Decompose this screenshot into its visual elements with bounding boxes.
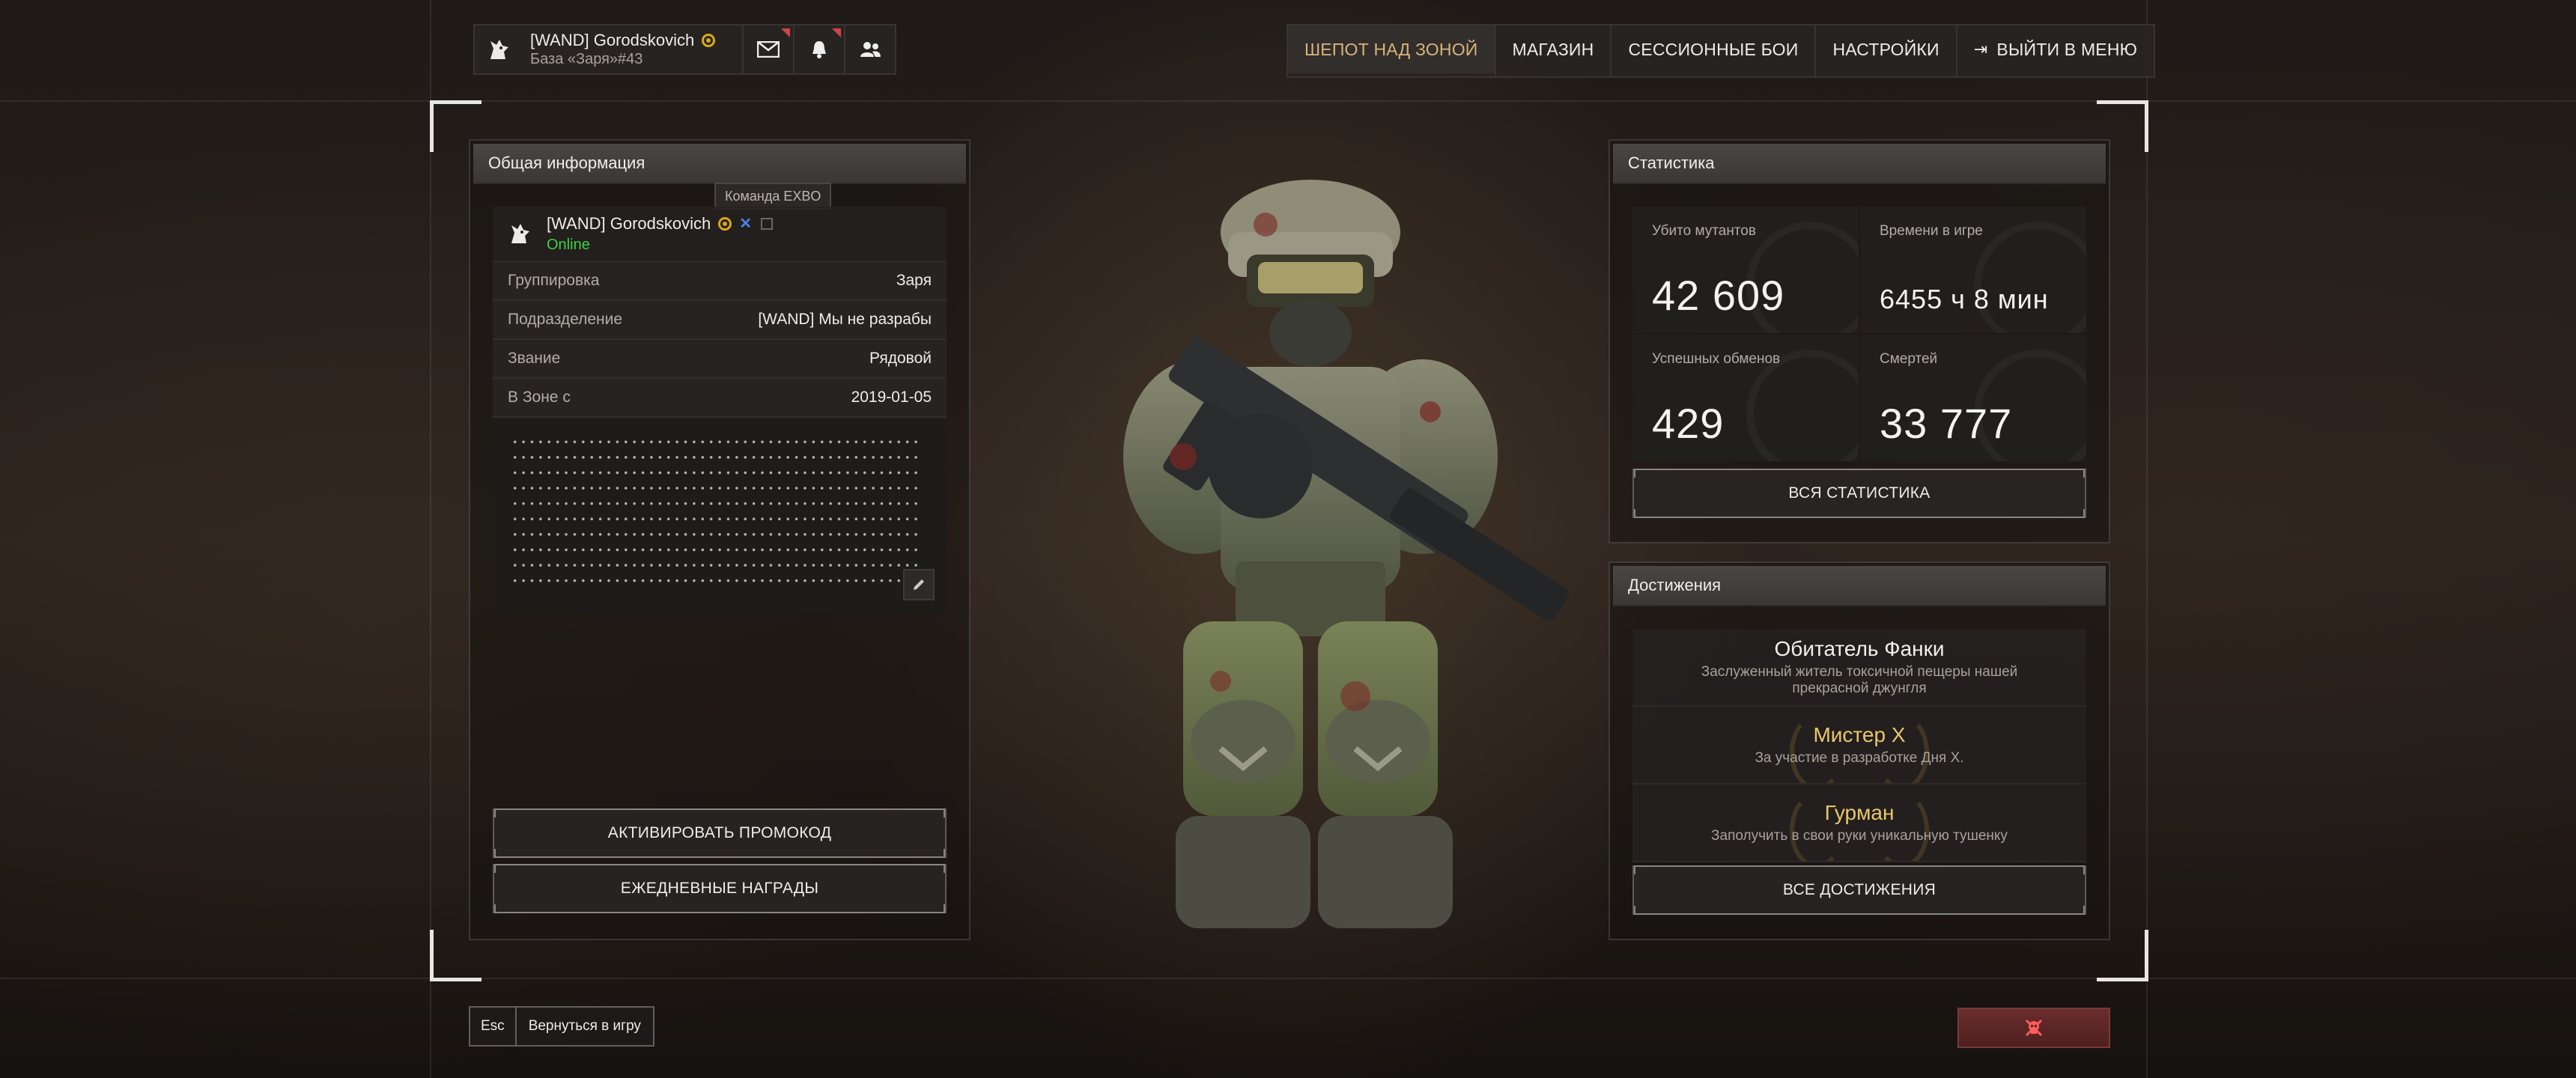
statistics-grid: Убито мутантов 42 609 Времени в игре 645… [1632, 207, 2086, 461]
achievement-item[interactable]: Мистер X За участие в разработке Дня X. [1632, 707, 2086, 785]
laurel-icon [1790, 714, 1844, 783]
wolf-avatar-icon [493, 207, 547, 261]
pencil-icon [914, 579, 924, 590]
gold-badge-icon [702, 33, 716, 47]
mail-icon [757, 41, 780, 58]
friends-button[interactable] [845, 24, 897, 75]
esc-key-hint: Esc [470, 1008, 517, 1045]
wolf-avatar-icon [475, 25, 523, 73]
exbo-team-icon: ✕ [739, 216, 753, 232]
nav-whisper-over-zone[interactable]: ШЕПОТ НАД ЗОНОЙ [1288, 25, 1495, 73]
profile-name: [WAND] Gorodskovich [547, 213, 711, 233]
all-statistics-button[interactable]: ВСЯ СТАТИСТИКА [1632, 469, 2086, 518]
notification-flag [781, 28, 791, 37]
nav-shop[interactable]: МАГАЗИН [1496, 25, 1611, 73]
return-to-game-button[interactable]: Esc Вернуться в игру [469, 1006, 654, 1047]
copy-icon[interactable] [761, 217, 774, 230]
exit-to-menu-button[interactable]: ⇥ ВЫЙТИ В МЕНЮ [1957, 25, 2154, 73]
edit-notes-button[interactable] [903, 569, 935, 600]
info-row-faction: Группировка Заря [493, 262, 947, 301]
achievements-title: Достижения [1613, 566, 2106, 606]
profile-notes [493, 418, 947, 612]
laurel-icon [1875, 792, 1929, 861]
exit-icon: ⇥ [1973, 40, 1988, 58]
friends-icon [860, 42, 881, 57]
suicide-button[interactable] [1957, 1008, 2110, 1048]
nav-session-battles[interactable]: СЕССИОННЫЕ БОИ [1611, 25, 1814, 73]
team-tooltip: Команда EXBO [714, 183, 832, 210]
frame-line [430, 0, 431, 1078]
achievements-list: Обитатель Фанки Заслуженный житель токси… [1632, 629, 2086, 862]
frame-line [2146, 0, 2148, 1078]
frame-line [0, 978, 2576, 979]
clock-decoration-icon [1974, 222, 2086, 333]
stat-time-played: Времени в игре 6455 ч 8 мин [1860, 207, 2086, 333]
stat-successful-trades: Успешных обменов 429 [1632, 335, 1859, 461]
statistics-panel: Статистика Убито мутантов 42 609 Времени… [1609, 139, 2110, 543]
all-achievements-button[interactable]: ВСЕ ДОСТИЖЕНИЯ [1632, 865, 2086, 915]
achievement-item[interactable]: Гурман Заполучить в свои руки уникальную… [1632, 785, 2086, 862]
bell-icon [812, 41, 827, 58]
nav-settings[interactable]: НАСТРОЙКИ [1816, 25, 1955, 73]
info-row-division: Подразделение [WAND] Мы не разрабы [493, 301, 947, 340]
laurel-icon [1875, 714, 1929, 783]
general-info-title: Общая информация [473, 144, 966, 184]
notification-flag [832, 28, 842, 37]
stat-mutants-killed: Убито мутантов 42 609 [1632, 207, 1859, 333]
user-name: [WAND] Gorodskovich [530, 30, 695, 49]
frame-line [0, 100, 2576, 102]
user-base: База «Заря»#43 [530, 51, 643, 68]
profile-card: [WAND] Gorodskovich ✕ Online Группировка… [493, 207, 947, 612]
online-status: Online [547, 236, 590, 253]
user-bar: [WAND] Gorodskovich База «Заря»#43 [473, 24, 897, 75]
user-profile-button[interactable]: [WAND] Gorodskovich База «Заря»#43 [473, 24, 744, 75]
achievements-panel: Достижения Обитатель Фанки Заслуженный ж… [1609, 561, 2110, 940]
laurel-icon [1790, 792, 1844, 861]
info-row-rank: Звание Рядовой [493, 340, 947, 379]
return-to-game-label: Вернуться в игру [528, 1018, 641, 1034]
mail-button[interactable] [744, 24, 795, 75]
exit-label: ВЫЙТИ В МЕНЮ [1996, 39, 2138, 59]
dotted-pattern [511, 434, 921, 588]
daily-rewards-button[interactable]: ЕЖЕДНЕВНЫЕ НАГРАДЫ [493, 864, 947, 913]
statistics-title: Статистика [1613, 144, 2106, 184]
general-info-panel: Общая информация Команда EXBO [WAND] Gor… [469, 139, 970, 940]
notifications-button[interactable] [795, 24, 846, 75]
activate-promo-button[interactable]: АКТИВИРОВАТЬ ПРОМОКОД [493, 808, 947, 858]
top-navigation: ШЕПОТ НАД ЗОНОЙ МАГАЗИН СЕССИОННЫЕ БОИ Н… [1287, 24, 2156, 78]
achievement-item[interactable]: Обитатель Фанки Заслуженный житель токси… [1632, 629, 2086, 707]
stat-deaths: Смертей 33 777 [1860, 335, 2086, 461]
gold-badge-icon [718, 216, 732, 231]
skull-icon [2025, 1019, 2043, 1037]
info-row-zone-since: В Зоне с 2019-01-05 [493, 379, 947, 418]
character-model [1071, 172, 1595, 966]
